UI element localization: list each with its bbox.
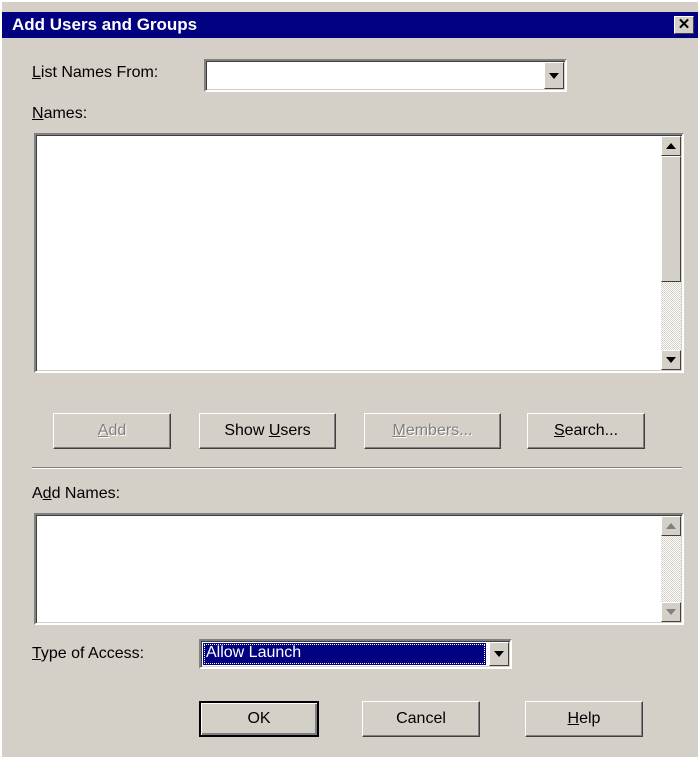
add-button[interactable]: Add: [53, 413, 171, 449]
ok-button[interactable]: OK: [199, 701, 319, 737]
type-of-access-value: Allow Launch: [203, 643, 486, 665]
search-button[interactable]: Search...: [527, 413, 645, 449]
scroll-up-icon: [661, 516, 681, 536]
window-title: Add Users and Groups: [12, 15, 198, 34]
close-icon[interactable]: ✕: [674, 16, 694, 34]
help-button[interactable]: Help: [525, 701, 643, 737]
add-names-textarea[interactable]: [34, 513, 684, 625]
names-scroll-thumb[interactable]: [661, 156, 681, 282]
members-button[interactable]: Members...: [364, 413, 501, 449]
title-bar: Add Users and Groups ✕: [2, 12, 698, 38]
type-of-access-dropdown[interactable]: Allow Launch: [199, 639, 512, 669]
cancel-button[interactable]: Cancel: [362, 701, 480, 737]
separator: [32, 467, 682, 469]
show-users-button[interactable]: Show Users: [199, 413, 336, 449]
type-of-access-label: Type of Access:: [32, 645, 145, 662]
scroll-up-icon[interactable]: [661, 136, 681, 156]
scroll-down-icon[interactable]: [661, 350, 681, 370]
dropdown-arrow-icon[interactable]: [544, 62, 564, 89]
list-names-from-label: List Names From:: [32, 64, 159, 81]
add-names-scrollbar: [661, 516, 681, 622]
list-names-from-dropdown[interactable]: [204, 59, 567, 92]
names-scrollbar[interactable]: [661, 136, 681, 370]
dropdown-arrow-icon[interactable]: [489, 642, 509, 666]
scroll-down-icon: [661, 602, 681, 622]
add-names-label: Add Names:: [32, 485, 121, 502]
add-users-and-groups-dialog: Add Users and Groups ✕ List Names From: …: [0, 0, 698, 757]
names-listbox[interactable]: [34, 133, 684, 373]
names-label: Names:: [32, 105, 88, 122]
